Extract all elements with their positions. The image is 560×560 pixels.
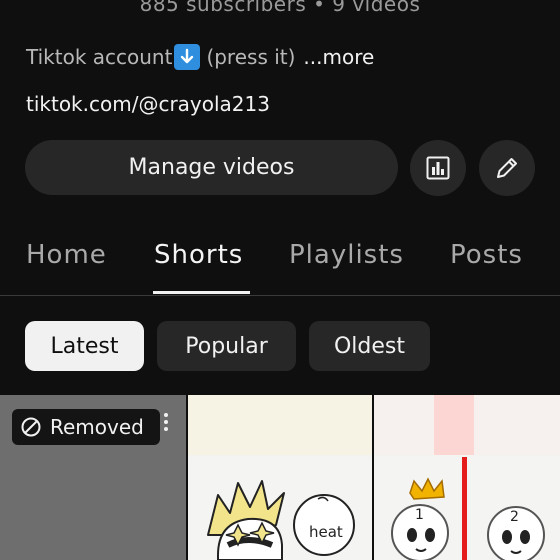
drawing-thumbnail-image: heat [188,395,372,560]
drawing-label-2: 2 [510,509,519,525]
tab-playlists[interactable]: Playlists [289,240,404,270]
short-thumbnail-2[interactable]: heat [188,395,372,560]
edit-channel-button[interactable] [479,140,535,196]
blocked-icon [21,417,41,437]
manage-videos-button[interactable]: Manage videos [25,140,398,195]
more-options-icon[interactable] [160,411,172,435]
short-thumbnail-removed[interactable]: Removed [0,395,186,560]
tab-home[interactable]: Home [26,240,107,270]
tab-shorts[interactable]: Shorts [154,240,243,270]
channel-description[interactable]: Tiktok account (press it) ...more [26,44,374,70]
manage-videos-label: Manage videos [128,155,295,180]
channel-tabs: Home Shorts Playlists Posts [0,236,560,296]
analytics-icon [426,156,450,180]
description-text: Tiktok account [26,45,173,69]
drawing-text: heat [309,523,343,541]
short-thumbnail-3[interactable]: 1 2 [374,395,560,560]
pencil-icon [497,158,517,178]
active-tab-indicator [153,291,250,294]
subscriber-count: 885 subscribers • 9 videos [139,0,421,16]
tab-posts[interactable]: Posts [450,240,523,270]
drawing-thumbnail-image: 1 2 [374,395,560,560]
down-arrow-icon [174,44,201,70]
analytics-button[interactable] [410,140,466,196]
filter-chip-latest[interactable]: Latest [25,321,144,371]
filter-chip-popular[interactable]: Popular [157,321,296,371]
removed-label: Removed [50,415,144,439]
filter-chip-oldest[interactable]: Oldest [309,321,430,371]
removed-badge: Removed [12,409,160,445]
drawing-label-1: 1 [415,507,424,523]
channel-link[interactable]: tiktok.com/@crayola213 [26,92,270,116]
more-link[interactable]: ...more [303,45,374,69]
description-note: (press it) [206,45,296,69]
